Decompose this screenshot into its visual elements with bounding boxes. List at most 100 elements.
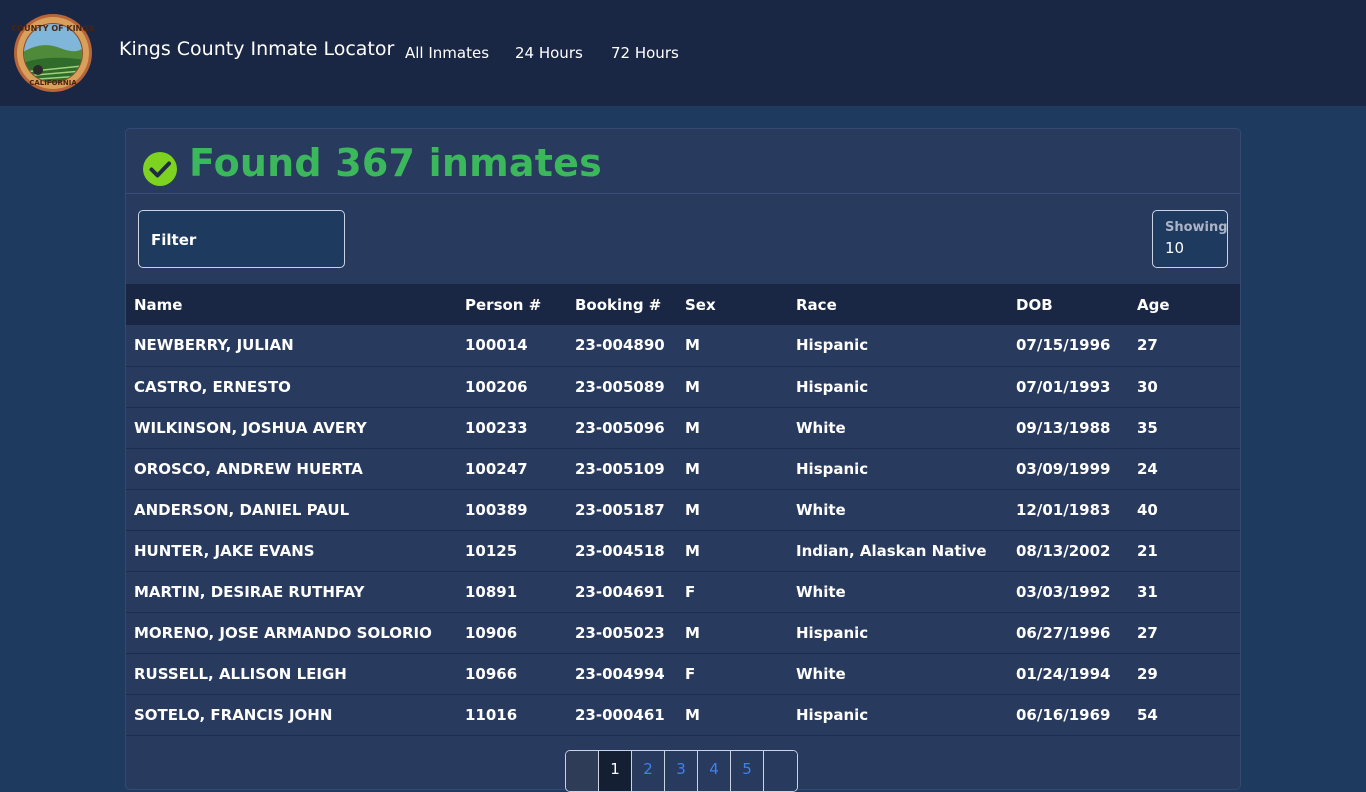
cell-person-number: 10906 — [465, 623, 518, 642]
cell-dob: 12/01/1983 — [1016, 500, 1111, 519]
cell-sex: F — [685, 664, 696, 683]
cell-race: White — [796, 582, 846, 601]
cell-race: Hispanic — [796, 336, 869, 355]
cell-person-number: 11016 — [465, 705, 518, 724]
cell-name: MORENO, JOSE ARMANDO SOLORIO — [134, 623, 432, 642]
table-row[interactable]: NEWBERRY, JULIAN 100014 23-004890 M Hispanic… — [126, 325, 1240, 366]
cell-race: Indian, Alaskan Native — [796, 541, 987, 560]
cell-race: Hispanic — [796, 705, 869, 724]
cell-dob: 09/13/1988 — [1016, 418, 1111, 437]
cell-age: 27 — [1137, 336, 1158, 355]
cell-name: ANDERSON, DANIEL PAUL — [134, 500, 350, 519]
cell-dob: 03/03/1992 — [1016, 582, 1111, 601]
cell-sex: M — [685, 500, 700, 519]
cell-dob: 07/01/1993 — [1016, 377, 1111, 396]
pagination: 1 2 3 4 5 — [565, 750, 798, 792]
cell-age: 40 — [1137, 500, 1158, 519]
pagination-page-1[interactable]: 1 — [599, 751, 632, 791]
cell-race: White — [796, 500, 846, 519]
pagination-page-3[interactable]: 3 — [665, 751, 698, 791]
cell-booking-number: 23-004890 — [575, 336, 665, 355]
table-row[interactable]: MARTIN, DESIRAE RUTHFAY 10891 23-004691 F Wh… — [126, 571, 1240, 612]
nav-link-all-inmates[interactable]: All Inmates — [405, 44, 489, 62]
pagination-page-4[interactable]: 4 — [698, 751, 731, 791]
cell-sex: M — [685, 377, 700, 396]
svg-text:COUNTY OF KINGS: COUNTY OF KINGS — [11, 24, 94, 33]
column-header-race[interactable]: Race — [788, 284, 1008, 325]
table-row[interactable]: OROSCO, ANDREW HUERTA 100247 23-005109 M His… — [126, 448, 1240, 489]
showing-select[interactable]: Showing 10 — [1152, 210, 1228, 268]
filter-label: Filter — [151, 231, 197, 249]
cell-person-number: 10891 — [465, 582, 518, 601]
cell-race: Hispanic — [796, 459, 869, 478]
inmates-table: Name Person # Booking # Sex Race DOB Age… — [126, 284, 1240, 736]
column-header-person[interactable]: Person # — [457, 284, 567, 325]
cell-booking-number: 23-005023 — [575, 623, 665, 642]
cell-dob: 01/24/1994 — [1016, 664, 1111, 683]
cell-booking-number: 23-000461 — [575, 705, 665, 724]
navbar: COUNTY OF KINGS CALIFORNIA Kings County … — [0, 0, 1366, 106]
cell-name: HUNTER, JAKE EVANS — [134, 541, 315, 560]
table-row[interactable]: ANDERSON, DANIEL PAUL 100389 23-005187 M Whi… — [126, 489, 1240, 530]
cell-sex: F — [685, 582, 696, 601]
column-header-dob[interactable]: DOB — [1008, 284, 1129, 325]
results-header: Found 367 inmates — [126, 129, 1240, 194]
table-row[interactable]: RUSSELL, ALLISON LEIGH 10966 23-004994 F Whi… — [126, 653, 1240, 694]
cell-age: 31 — [1137, 582, 1158, 601]
pagination-next[interactable] — [764, 751, 797, 791]
cell-booking-number: 23-004691 — [575, 582, 665, 601]
cell-name: NEWBERRY, JULIAN — [134, 336, 294, 355]
cell-booking-number: 23-004994 — [575, 664, 665, 683]
svg-text:CALIFORNIA: CALIFORNIA — [29, 79, 77, 87]
column-header-age[interactable]: Age — [1129, 284, 1240, 325]
pagination-page-2[interactable]: 2 — [632, 751, 665, 791]
table-row[interactable]: HUNTER, JAKE EVANS 10125 23-004518 M Indian,… — [126, 530, 1240, 571]
table-row[interactable]: MORENO, JOSE ARMANDO SOLORIO 10906 23-0050… — [126, 612, 1240, 653]
table-row[interactable]: CASTRO, ERNESTO 100206 23-005089 M Hispanic 0… — [126, 366, 1240, 407]
cell-booking-number: 23-004518 — [575, 541, 665, 560]
showing-value: 10 — [1165, 239, 1185, 257]
table-row[interactable]: WILKINSON, JOSHUA AVERY 100233 23-005096 M W… — [126, 407, 1240, 448]
cell-age: 35 — [1137, 418, 1158, 437]
county-seal-icon[interactable]: COUNTY OF KINGS CALIFORNIA — [10, 14, 96, 92]
cell-age: 24 — [1137, 459, 1158, 478]
cell-name: MARTIN, DESIRAE RUTHFAY — [134, 582, 365, 601]
nav-link-72-hours[interactable]: 72 Hours — [611, 44, 679, 62]
cell-booking-number: 23-005187 — [575, 500, 665, 519]
column-header-sex[interactable]: Sex — [677, 284, 788, 325]
cell-person-number: 100389 — [465, 500, 528, 519]
cell-sex: M — [685, 623, 700, 642]
cell-booking-number: 23-005109 — [575, 459, 665, 478]
cell-sex: M — [685, 459, 700, 478]
brand-title[interactable]: Kings County Inmate Locator — [119, 38, 394, 60]
pagination-page-5[interactable]: 5 — [731, 751, 764, 791]
nav-link-24-hours[interactable]: 24 Hours — [515, 44, 583, 62]
cell-age: 21 — [1137, 541, 1158, 560]
cell-dob: 07/15/1996 — [1016, 336, 1111, 355]
cell-name: RUSSELL, ALLISON LEIGH — [134, 664, 347, 683]
cell-person-number: 10966 — [465, 664, 518, 683]
cell-dob: 06/16/1969 — [1016, 705, 1111, 724]
cell-dob: 08/13/2002 — [1016, 541, 1111, 560]
cell-sex: M — [685, 336, 700, 355]
check-circle-icon — [142, 151, 178, 187]
cell-person-number: 100233 — [465, 418, 528, 437]
column-header-name[interactable]: Name — [126, 284, 457, 325]
cell-age: 54 — [1137, 705, 1158, 724]
cell-sex: M — [685, 705, 700, 724]
results-card: Found 367 inmates Filter Showing 10 Name… — [125, 128, 1241, 792]
cell-race: White — [796, 664, 846, 683]
cell-person-number: 100014 — [465, 336, 528, 355]
pagination-previous[interactable] — [566, 751, 599, 791]
table-row[interactable]: SOTELO, FRANCIS JOHN 11016 23-000461 M Hispa… — [126, 694, 1240, 735]
column-header-booking[interactable]: Booking # — [567, 284, 677, 325]
cell-race: Hispanic — [796, 377, 869, 396]
filter-input[interactable]: Filter — [138, 210, 345, 268]
cell-age: 29 — [1137, 664, 1158, 683]
cell-booking-number: 23-005096 — [575, 418, 665, 437]
cell-person-number: 10125 — [465, 541, 518, 560]
cell-name: CASTRO, ERNESTO — [134, 377, 291, 396]
cell-booking-number: 23-005089 — [575, 377, 665, 396]
cell-age: 27 — [1137, 623, 1158, 642]
cell-person-number: 100247 — [465, 459, 528, 478]
